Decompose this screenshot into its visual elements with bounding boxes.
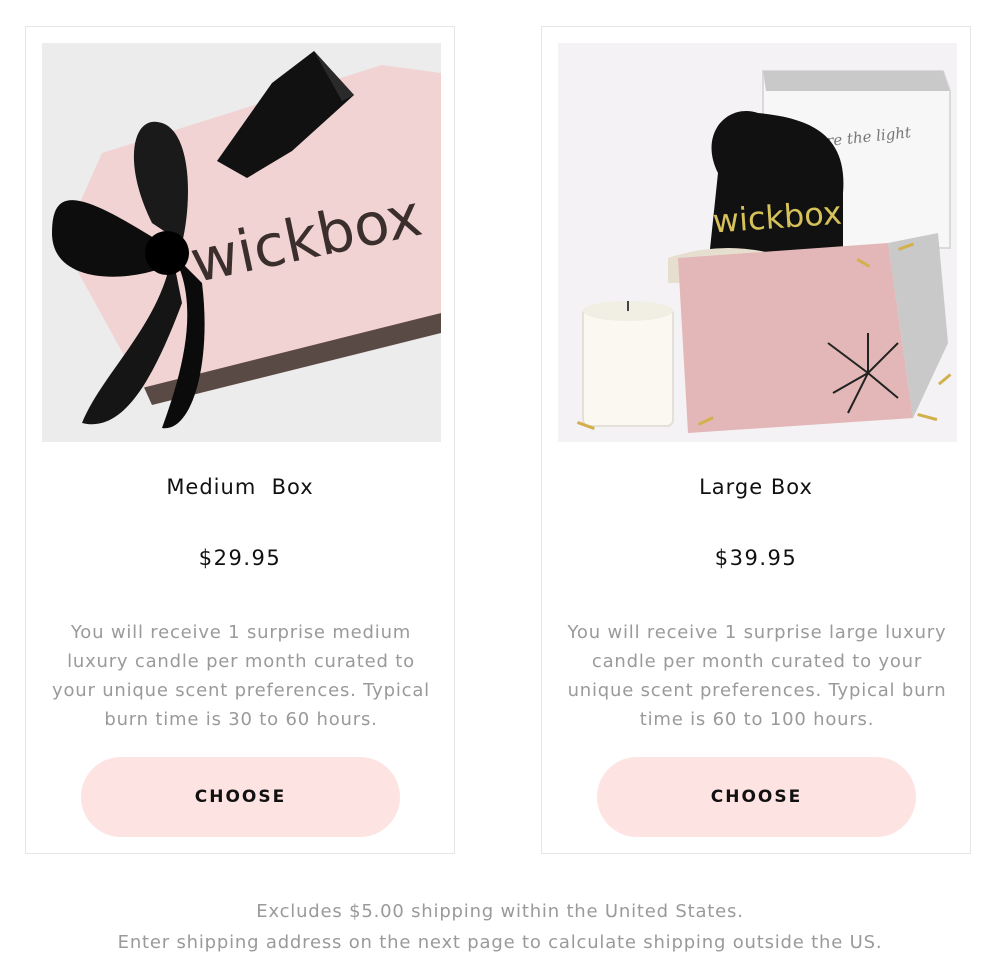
plan-price: $39.95 bbox=[714, 546, 798, 570]
plan-title: Medium Box bbox=[166, 475, 314, 499]
plan-price: $29.95 bbox=[198, 546, 282, 570]
plan-card-medium: wickbox Medium Box $29.95 You will recei… bbox=[25, 26, 455, 854]
shipping-note-international: Enter shipping address on the next page … bbox=[117, 932, 883, 953]
large-box-image: share the light wickbox bbox=[558, 43, 957, 442]
shipping-note-domestic: Excludes $5.00 shipping within the Unite… bbox=[256, 901, 744, 922]
shipping-note: Excludes $5.00 shipping within the Unite… bbox=[0, 896, 1000, 958]
choose-medium-button[interactable]: CHOOSE bbox=[81, 757, 400, 837]
medium-box-image: wickbox bbox=[42, 43, 441, 442]
plan-description: You will receive 1 surprise medium luxur… bbox=[52, 622, 430, 730]
plan-description: You will receive 1 surprise large luxury… bbox=[567, 622, 947, 730]
choose-large-button[interactable]: CHOOSE bbox=[597, 757, 916, 837]
plan-card-large: share the light wickbox Large Box $39.95… bbox=[541, 26, 971, 854]
plan-title: Large Box bbox=[699, 475, 813, 499]
